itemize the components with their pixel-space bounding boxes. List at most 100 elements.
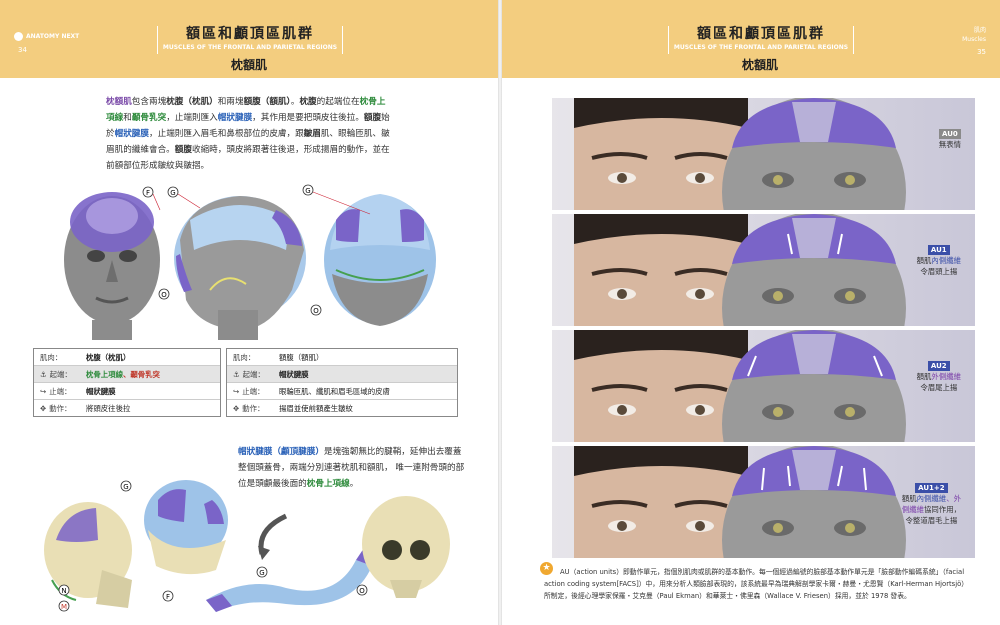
table-row: ↪ 止端： 帽狀腱膜	[34, 383, 220, 400]
section-subtitle: 枕額肌	[230, 58, 267, 72]
skull-figures: N M G G F O	[44, 480, 450, 612]
au-tag: AU1	[927, 245, 950, 255]
label-f: F	[146, 189, 150, 197]
text-segment: 和	[123, 113, 132, 123]
label-g: G	[170, 189, 175, 197]
text-segment: 後拉。	[338, 113, 364, 123]
label-o-sheet: O	[359, 587, 365, 595]
au-tag: AU2	[927, 361, 950, 371]
left-page: ANATOMY NEXT 34 額區和顱頂區肌群 MUSCLES OF THE …	[0, 0, 498, 625]
au-text: 令整道眉毛上揚	[905, 516, 958, 525]
intro-paragraph: 枕額肌包含兩塊枕腹（枕肌）和兩塊額腹（額肌）。枕腹的起端位在枕骨上項線和顳骨乳突…	[106, 94, 392, 174]
text-segment: 顳骨乳突	[131, 113, 167, 123]
skull-top-figure: G	[120, 480, 228, 575]
anchor-icon: ⚓	[40, 369, 47, 379]
frontal-belly-table: 肌肉： 額腹（額肌） ⚓ 起端： 帽狀腱膜 ↪ 止端： 眼輪匝肌、纖肌和眉毛區域的皮膚 ✥…	[226, 348, 458, 417]
text-segment: 和兩塊	[217, 97, 244, 107]
label-g-skull: G	[123, 483, 128, 491]
right-header-band: 額區和顱頂區肌群 MUSCLES OF THE FRONTAL AND PARI…	[502, 0, 1000, 78]
table-row: ✥ 動作： 將頭皮往後拉	[40, 403, 131, 413]
au-text: 外側纖維	[931, 372, 961, 381]
au-text: 無表情	[938, 140, 961, 149]
au-photo	[552, 96, 975, 288]
front-head-figure	[64, 192, 160, 340]
au-panel: AU0 無表情	[552, 96, 975, 288]
footnote: ★ AU（action units）即動作單元，指個別肌肉或肌群的基本動作。每一…	[540, 562, 972, 602]
au-tag: AU0	[939, 129, 961, 139]
au-panel: AU1+2 額肌內側纖維、外側纖維協同作用， 令整道眉毛上揚	[552, 444, 975, 625]
text-segment: 收縮時，頭皮將跟著往後退，	[191, 145, 304, 155]
move-icon: ✥	[40, 403, 47, 413]
text-segment: 帽狀腱膜	[114, 129, 149, 139]
section-corner-label: 肌肉 Muscles 35	[962, 27, 986, 56]
text-segment: 皺眉	[303, 129, 321, 139]
table-row: 肌肉： 枕腹（枕肌）	[34, 349, 220, 366]
au-text: 內側纖維	[916, 494, 947, 503]
au-label: AU2 額肌外側纖維令眉尾上揚	[917, 360, 961, 393]
text-segment: 枕額肌	[106, 97, 132, 107]
text-segment: 額腹	[363, 113, 382, 123]
au-label: AU1 額肌內側纖維令眉頭上揚	[917, 244, 961, 277]
au-label: AU0 無表情	[939, 128, 961, 150]
chapter-title: 額區和顱頂區肌群	[186, 26, 314, 42]
au-photo	[552, 328, 975, 520]
occipital-belly-table: 肌肉： 枕腹（枕肌） ⚓ 起端： 枕骨上項線、顳骨乳突 ↪ 止端： 帽狀腱膜 ✥ 動作： 將頭…	[33, 348, 221, 417]
text-segment: 帽狀腱膜	[217, 113, 253, 123]
au-text: 側纖維	[901, 505, 925, 514]
skull-back-figure	[362, 496, 450, 598]
right-page: 額區和顱頂區肌群 MUSCLES OF THE FRONTAL AND PARI…	[502, 0, 1000, 625]
au-text: 協同作用，	[924, 505, 961, 514]
chapter-title: 額區和顱頂區肌群	[697, 26, 825, 42]
au-photo	[552, 212, 975, 404]
anchor-icon: ⚓	[233, 369, 240, 379]
au-text: 令眉尾上揚	[920, 383, 958, 392]
text-segment: 枕腹	[299, 97, 317, 107]
text-segment: 額腹	[174, 145, 192, 155]
back-head-figure	[324, 194, 436, 326]
chapter-title-box: 額區和顱頂區肌群 MUSCLES OF THE FRONTAL AND PARI…	[668, 26, 854, 54]
section-subtitle: 枕額肌	[741, 58, 778, 72]
label-g-sheet: G	[259, 569, 264, 577]
side-head-figure	[174, 196, 306, 340]
table-row: 肌肉： 額腹（額肌）	[227, 349, 457, 366]
move-icon: ✥	[233, 403, 240, 413]
insertion-icon: ↪	[233, 386, 240, 396]
left-header-band: ANATOMY NEXT 34 額區和顱頂區肌群 MUSCLES OF THE …	[0, 0, 498, 78]
text-segment: 額腹（額肌）	[243, 97, 291, 107]
brand-icon	[14, 32, 23, 41]
label-o: O	[161, 291, 167, 299]
au-text: 內側纖維	[931, 256, 961, 265]
au-text: 、外	[946, 494, 961, 503]
chapter-title-box: 額區和顱頂區肌群 MUSCLES OF THE FRONTAL AND PARI…	[157, 26, 343, 54]
text-segment: 包含兩塊	[131, 97, 167, 107]
table-row: ✥ 動作： 揚眉並使前額產生皺紋	[233, 403, 353, 413]
au-text: 額肌	[901, 494, 917, 503]
star-icon: ★	[540, 562, 553, 575]
label-n: N	[61, 587, 66, 595]
text-segment: 是塊強韌無比的腱鞘，延伸出	[323, 447, 436, 457]
table-row: ↪ 止端： 眼輪匝肌、纖肌和眉毛區域的皮膚	[227, 383, 457, 400]
au-text: 額肌	[916, 256, 932, 265]
au-tag: AU1+2	[915, 483, 948, 493]
page-number: 34	[18, 46, 27, 54]
chapter-title-en: MUSCLES OF THE FRONTAL AND PARIETAL REGI…	[162, 44, 338, 51]
label-o-back: O	[313, 307, 319, 315]
label-m: M	[61, 603, 67, 611]
text-segment: 枕腹（枕肌）	[166, 97, 218, 107]
label-f-sheet: F	[166, 593, 170, 601]
au-text: 額肌	[916, 372, 932, 381]
page-number: 35	[977, 48, 986, 56]
label-g-back: G	[305, 187, 310, 195]
text-segment: ，止端則匯入	[166, 113, 218, 123]
table-row: ⚓ 起端： 枕骨上項線、顳骨乳突	[34, 366, 220, 383]
skull-oblique-figure: N M	[44, 502, 132, 612]
au-text: 令眉頭上揚	[920, 267, 958, 276]
text-segment: 的起端位在	[316, 97, 360, 107]
text-segment: ，其作用是要把頭皮往	[252, 113, 339, 123]
text-segment: ，止端則匯入眉毛和鼻根部位的皮膚，跟	[149, 129, 304, 139]
au-panel: AU2 額肌外側纖維 令眉尾上揚	[552, 328, 975, 520]
chapter-title-en: MUSCLES OF THE FRONTAL AND PARIETAL REGI…	[673, 44, 849, 51]
brand-logo: ANATOMY NEXT	[14, 32, 79, 41]
au-label: AU1+2 額肌內側纖維、外側纖維協同作用， 令整道眉毛上揚	[902, 482, 961, 526]
insertion-icon: ↪	[40, 386, 47, 396]
